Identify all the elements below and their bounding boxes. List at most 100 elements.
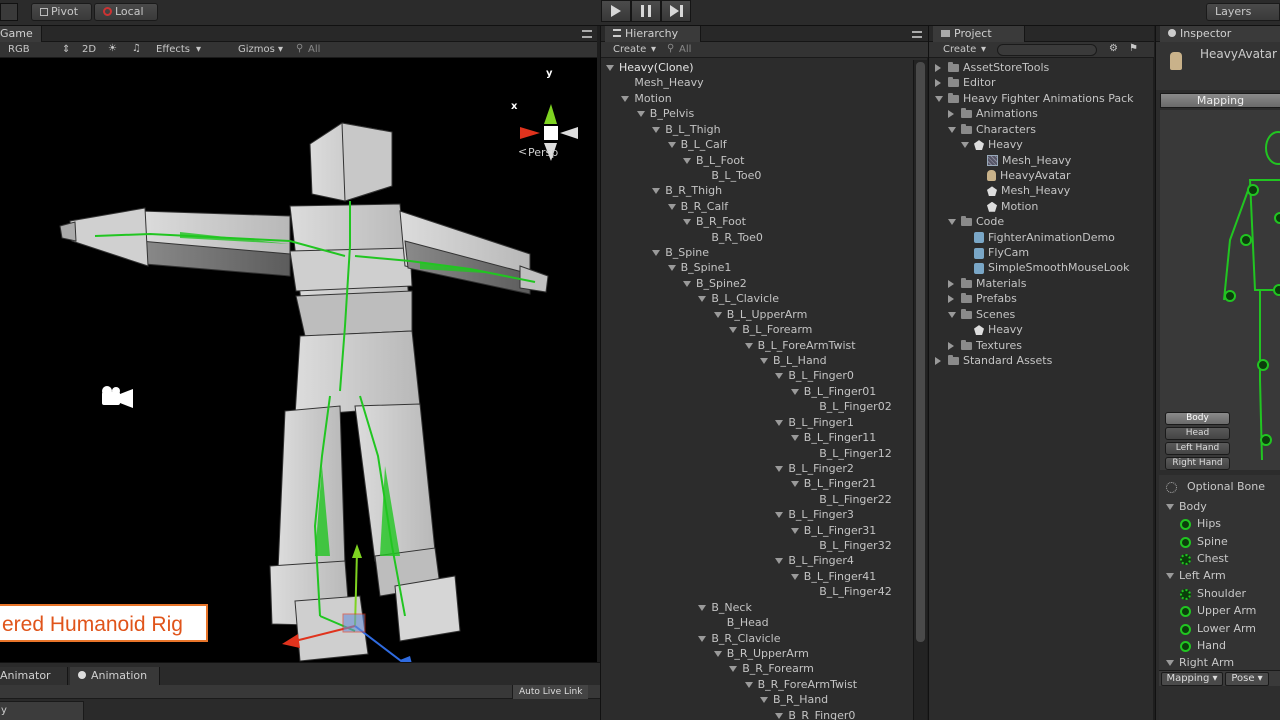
hierarchy-item[interactable]: B_Neck	[698, 600, 752, 615]
expand-arrow-icon[interactable]	[961, 142, 969, 149]
head-button[interactable]: Head	[1165, 427, 1230, 440]
expand-arrow-icon[interactable]	[729, 327, 738, 334]
body-section[interactable]: Body	[1166, 498, 1207, 515]
play-button[interactable]	[601, 0, 631, 22]
expand-arrow-icon[interactable]	[760, 697, 768, 704]
project-item[interactable]: Motion	[974, 199, 1038, 214]
expand-arrow-icon[interactable]	[775, 419, 784, 426]
collapse-arrow-icon[interactable]	[948, 295, 954, 304]
project-item[interactable]: HeavyAvatar	[974, 168, 1071, 183]
hierarchy-search-input[interactable]: All	[679, 44, 691, 55]
project-item[interactable]: Animations	[948, 106, 1038, 121]
hierarchy-item[interactable]: B_L_Finger3	[775, 507, 854, 522]
tab-hierarchy[interactable]: Hierarchy	[605, 26, 701, 42]
hierarchy-item[interactable]: B_R_Forearm	[729, 661, 814, 676]
project-search-input[interactable]	[997, 44, 1097, 56]
expand-arrow-icon[interactable]	[948, 219, 956, 226]
project-item[interactable]: Heavy	[961, 322, 1023, 337]
hierarchy-item[interactable]: B_L_Finger41	[790, 569, 876, 584]
expand-arrow-icon[interactable]	[790, 527, 799, 534]
tab-animator[interactable]: Animator	[0, 667, 68, 685]
mapping-tab[interactable]: Mapping	[1160, 93, 1280, 108]
mode-2d-button[interactable]: 2D	[82, 44, 96, 55]
expand-arrow-icon[interactable]	[790, 573, 799, 580]
hierarchy-item[interactable]: B_L_Finger21	[790, 476, 876, 491]
hierarchy-item[interactable]: B_L_Forearm	[729, 322, 812, 337]
hierarchy-item[interactable]: B_L_Finger42	[806, 584, 892, 599]
hierarchy-scroll-thumb[interactable]	[916, 62, 925, 642]
expand-arrow-icon[interactable]	[652, 126, 661, 133]
expand-arrow-icon[interactable]	[621, 95, 630, 102]
project-item[interactable]: Materials	[948, 276, 1026, 291]
hierarchy-item[interactable]: B_L_Finger22	[806, 492, 892, 507]
hierarchy-item[interactable]: B_L_Clavicle	[698, 291, 779, 306]
bone-shoulder[interactable]: Shoulder	[1180, 585, 1246, 602]
expand-arrow-icon[interactable]	[790, 481, 799, 488]
project-item[interactable]: Mesh_Heavy	[974, 183, 1070, 198]
hierarchy-item[interactable]: B_L_Foot	[683, 153, 744, 168]
collapse-arrow-icon[interactable]	[935, 356, 941, 365]
effects-dropdown[interactable]: Effects	[156, 44, 190, 55]
project-item[interactable]: FighterAnimationDemo	[961, 230, 1115, 245]
project-item[interactable]: Characters	[948, 122, 1036, 137]
expand-arrow-icon[interactable]	[948, 126, 956, 133]
hierarchy-item[interactable]: Heavy(Clone)	[606, 60, 694, 75]
pivot-button[interactable]: Pivot	[31, 3, 92, 21]
hierarchy-item[interactable]: B_R_Finger0	[775, 708, 855, 720]
hierarchy-create-button[interactable]: Create	[613, 44, 646, 55]
expand-arrow-icon[interactable]	[636, 111, 645, 118]
project-item[interactable]: FlyCam	[961, 245, 1029, 260]
expand-arrow-icon[interactable]	[683, 280, 691, 287]
hierarchy-item[interactable]: B_L_Toe0	[698, 168, 761, 183]
rgb-dropdown[interactable]: RGB	[8, 44, 30, 55]
project-item[interactable]: AssetStoreTools	[935, 60, 1049, 75]
hierarchy-item[interactable]: B_L_Finger4	[775, 553, 854, 568]
expand-arrow-icon[interactable]	[948, 311, 956, 318]
bone-lower-arm[interactable]: Lower Arm	[1180, 620, 1256, 637]
hierarchy-item[interactable]: B_L_Thigh	[652, 122, 721, 137]
footer-mapping-button[interactable]: Mapping ▾	[1161, 672, 1223, 686]
expand-arrow-icon[interactable]	[698, 635, 707, 642]
expand-arrow-icon[interactable]	[744, 342, 753, 349]
hierarchy-item[interactable]: Mesh_Heavy	[621, 75, 703, 90]
project-item[interactable]: Prefabs	[948, 291, 1017, 306]
left-arm-section[interactable]: Left Arm	[1166, 567, 1226, 584]
expand-arrow-icon[interactable]	[775, 712, 784, 719]
hierarchy-item[interactable]: B_R_Foot	[683, 214, 746, 229]
hierarchy-item[interactable]: B_R_Clavicle	[698, 631, 781, 646]
hand-tool-button[interactable]	[0, 3, 18, 21]
expand-arrow-icon[interactable]	[698, 296, 707, 303]
collapse-arrow-icon[interactable]	[935, 64, 941, 72]
scene-search-input[interactable]: All	[308, 44, 320, 55]
layers-dropdown[interactable]: Layers	[1206, 3, 1280, 21]
layer-field[interactable]: y	[0, 701, 84, 720]
hierarchy-item[interactable]: Motion	[621, 91, 672, 106]
expand-arrow-icon[interactable]	[652, 188, 661, 195]
hierarchy-item[interactable]: B_L_ForeArmTwist	[744, 338, 856, 353]
hierarchy-item[interactable]: B_L_Finger12	[806, 446, 892, 461]
hierarchy-item[interactable]: B_L_Calf	[667, 137, 727, 152]
filter-type-icon[interactable]: ⚙	[1109, 43, 1118, 54]
expand-arrow-icon[interactable]	[606, 65, 614, 71]
hierarchy-item[interactable]: B_L_Finger11	[790, 430, 876, 445]
hierarchy-item[interactable]: B_L_Finger0	[775, 368, 854, 383]
expand-arrow-icon[interactable]	[667, 203, 676, 210]
hierarchy-item[interactable]: B_L_Finger2	[775, 461, 854, 476]
collapse-arrow-icon[interactable]	[935, 79, 941, 88]
hierarchy-item[interactable]: B_L_Finger01	[790, 384, 876, 399]
right-hand-button[interactable]: Right Hand	[1165, 457, 1230, 470]
project-item[interactable]: Heavy Fighter Animations Pack	[935, 91, 1134, 106]
expand-arrow-icon[interactable]	[775, 373, 784, 380]
hierarchy-item[interactable]: B_Spine1	[667, 260, 731, 275]
hierarchy-item[interactable]: B_L_Hand	[760, 353, 827, 368]
expand-arrow-icon[interactable]	[652, 250, 661, 257]
expand-arrow-icon[interactable]	[683, 219, 691, 226]
panel-menu-icon[interactable]	[582, 30, 592, 38]
body-button[interactable]: Body	[1165, 412, 1230, 425]
hierarchy-item[interactable]: B_L_UpperArm	[713, 307, 807, 322]
hierarchy-item[interactable]: B_L_Finger02	[806, 399, 892, 414]
expand-arrow-icon[interactable]	[744, 681, 753, 688]
project-item[interactable]: Heavy	[961, 137, 1023, 152]
project-item[interactable]: SimpleSmoothMouseLook	[961, 260, 1129, 275]
hierarchy-item[interactable]: B_L_Finger31	[790, 523, 876, 538]
